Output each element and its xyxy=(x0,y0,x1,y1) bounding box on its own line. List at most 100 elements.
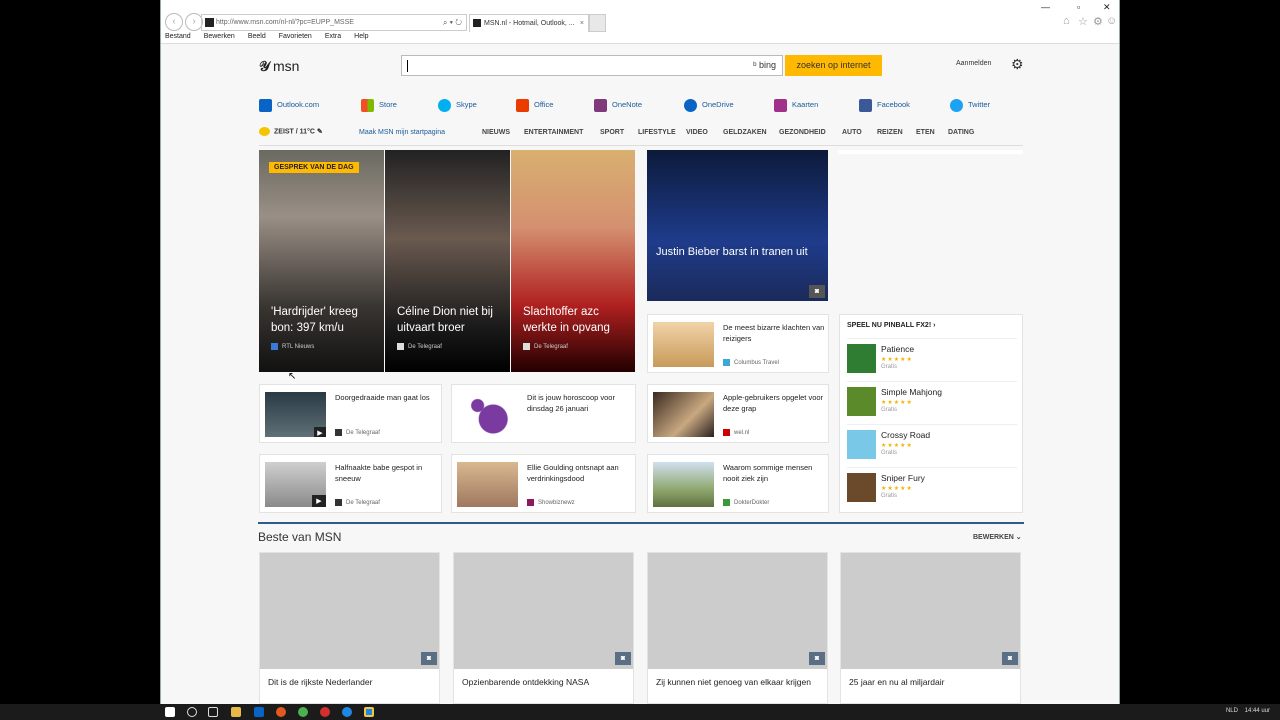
search-icon[interactable] xyxy=(187,707,197,717)
hero-story[interactable]: Céline Dion niet bij uitvaart broer De T… xyxy=(385,150,510,372)
smiley-icon[interactable]: ☺ xyxy=(1106,15,1117,27)
news-card[interactable]: Apple-gebruikers opgelet voor deze grap … xyxy=(647,384,829,443)
best-card[interactable]: ◙ Zij kunnen niet genoeg van elkaar krij… xyxy=(647,552,828,704)
close-window-icon[interactable]: ✕ xyxy=(1103,2,1111,13)
game-item[interactable]: Patience ★★★★★ Gratis xyxy=(847,338,1017,380)
back-icon[interactable]: ‹ xyxy=(165,13,183,31)
news-card[interactable]: ▶ Halfnaakte babe gespot in sneeuw De Te… xyxy=(259,454,442,513)
bing-label: bing xyxy=(758,60,776,70)
opera-icon[interactable] xyxy=(320,707,330,717)
facebook-icon xyxy=(859,98,872,112)
edge-icon[interactable] xyxy=(342,707,352,717)
menu-file[interactable]: Bestand xyxy=(165,33,191,40)
sniper-fury-icon xyxy=(847,473,876,502)
games-panel: SPEEL NU PINBALL FX2! › Patience ★★★★★ G… xyxy=(839,314,1023,513)
nav-nieuws[interactable]: NIEUWS xyxy=(482,129,510,136)
search-input[interactable]: ᵇ bing xyxy=(401,55,783,76)
ie-icon[interactable] xyxy=(364,707,374,717)
hero-story[interactable]: Slachtoffer azc werkte in opvang De Tele… xyxy=(511,150,635,372)
system-tray[interactable]: NLD 14:44 uur xyxy=(1226,708,1270,714)
app-outlook[interactable]: Outlook.com xyxy=(259,98,319,114)
onedrive-icon xyxy=(684,98,697,112)
columbus-icon xyxy=(723,358,730,366)
edit-button[interactable]: BEWERKEN ⌄ xyxy=(973,533,1022,541)
nav-sport[interactable]: SPORT xyxy=(600,129,624,136)
nav-video[interactable]: VIDEO xyxy=(686,129,708,136)
minimize-icon[interactable]: — xyxy=(1041,2,1050,12)
hero-story[interactable]: GESPREK VAN DE DAG 'Hardrijder' kreeg bo… xyxy=(259,150,384,372)
nav-entertainment[interactable]: ENTERTAINMENT xyxy=(524,129,583,136)
weather-widget[interactable]: ZEIST / 11°C ✎ xyxy=(259,127,323,136)
tools-gear-icon[interactable]: ⚙ xyxy=(1093,15,1103,28)
best-card[interactable]: ◙ Dit is de rijkste Nederlander xyxy=(259,552,440,704)
source-label: Columbus Travel xyxy=(734,360,780,366)
news-card[interactable]: Dit is jouw horoscoop voor dinsdag 26 ja… xyxy=(451,384,636,443)
start-icon[interactable] xyxy=(165,707,175,717)
outlook-taskbar-icon[interactable] xyxy=(254,707,264,717)
tab-favicon-icon xyxy=(473,19,481,27)
make-startpage-link[interactable]: Maak MSN mijn startpagina xyxy=(359,129,445,136)
outlook-icon xyxy=(259,98,272,112)
best-card[interactable]: ◙ Opzienbarende ontdekking NASA xyxy=(453,552,634,704)
app-facebook[interactable]: Facebook xyxy=(859,98,910,114)
app-onedrive[interactable]: OneDrive xyxy=(684,98,734,114)
explorer-icon[interactable] xyxy=(231,707,241,717)
restore-icon[interactable]: ▫ xyxy=(1077,2,1080,12)
app-kaarten[interactable]: Kaarten xyxy=(774,98,818,114)
game-item[interactable]: Simple Mahjong ★★★★★ Gratis xyxy=(847,381,1017,423)
games-header[interactable]: SPEEL NU PINBALL FX2! › xyxy=(847,322,935,329)
app-onenote[interactable]: OneNote xyxy=(594,98,642,114)
settings-gear-icon[interactable]: ⚙ xyxy=(1011,56,1024,73)
telegraaf-icon xyxy=(397,342,404,350)
app-office[interactable]: Office xyxy=(516,98,553,114)
nav-lifestyle[interactable]: LIFESTYLE xyxy=(638,129,676,136)
task-view-icon[interactable] xyxy=(208,707,218,717)
chrome-icon[interactable] xyxy=(298,707,308,717)
feature-caption: Justin Bieber barst in tranen uit xyxy=(656,246,808,258)
browser-tab[interactable]: MSN.nl - Hotmail, Outlook, ... × xyxy=(469,14,589,32)
game-item[interactable]: Crossy Road ★★★★★ Gratis xyxy=(847,424,1017,466)
address-bar[interactable]: http://www.msn.com/nl-nl/?pc=EUPP_MSSE ⌕… xyxy=(201,14,467,31)
new-tab-button[interactable] xyxy=(589,14,606,32)
nav-gezondheid[interactable]: GEZONDHEID xyxy=(779,129,826,136)
nav-auto[interactable]: AUTO xyxy=(842,129,862,136)
game-price: Gratis xyxy=(881,407,898,413)
best-card[interactable]: ◙ 25 jaar en nu al miljardair xyxy=(840,552,1021,704)
close-tab-icon[interactable]: × xyxy=(580,15,584,32)
menu-view[interactable]: Beeld xyxy=(248,33,266,40)
office-icon xyxy=(516,98,529,112)
nav-reizen[interactable]: REIZEN xyxy=(877,129,903,136)
news-card[interactable]: Waarom sommige mensen nooit ziek zijn Do… xyxy=(647,454,829,513)
app-label: Facebook xyxy=(877,100,910,109)
app-label: OneDrive xyxy=(702,100,734,109)
signin-link[interactable]: Aanmelden xyxy=(956,60,991,67)
menu-tools[interactable]: Extra xyxy=(325,33,341,40)
news-card[interactable]: De meest bizarre klachten van reizigers … xyxy=(647,314,829,373)
feature-story[interactable]: Justin Bieber barst in tranen uit ◙ xyxy=(647,150,828,301)
edit-pencil-icon[interactable]: ✎ xyxy=(317,128,323,135)
news-card[interactable]: ▶ Doorgedraaide man gaat los De Telegraa… xyxy=(259,384,442,443)
hero-caption: Céline Dion niet bij uitvaart broer xyxy=(397,306,493,334)
nav-eten[interactable]: ETEN xyxy=(916,129,935,136)
menu-help[interactable]: Help xyxy=(354,33,368,40)
news-card[interactable]: Ellie Goulding ontsnapt aan verdrinkings… xyxy=(451,454,636,513)
menu-favorites[interactable]: Favorieten xyxy=(279,33,312,40)
refresh-icon[interactable]: ⌕ ▾ ↻ xyxy=(443,15,462,30)
app-label: OneNote xyxy=(612,100,643,109)
home-icon[interactable]: ⌂ xyxy=(1063,15,1070,27)
welnl-icon xyxy=(723,428,730,436)
camera-icon: ◙ xyxy=(421,652,437,665)
game-item[interactable]: Sniper Fury ★★★★★ Gratis xyxy=(847,467,1017,509)
msn-logo[interactable]: 𝒴msn xyxy=(259,58,299,75)
games-header-label: SPEEL NU PINBALL FX2! xyxy=(847,322,932,329)
firefox-icon[interactable] xyxy=(276,707,286,717)
card-title: Opzienbarende ontdekking NASA xyxy=(462,677,590,687)
app-skype[interactable]: Skype xyxy=(438,98,477,114)
favorites-star-icon[interactable]: ☆ xyxy=(1078,15,1088,28)
nav-dating[interactable]: DATING xyxy=(948,129,974,136)
search-button[interactable]: zoeken op internet xyxy=(785,55,882,76)
app-store[interactable]: Store xyxy=(361,98,397,114)
menu-edit[interactable]: Bewerken xyxy=(204,33,235,40)
nav-geldzaken[interactable]: GELDZAKEN xyxy=(723,129,767,136)
app-twitter[interactable]: Twitter xyxy=(950,98,990,114)
